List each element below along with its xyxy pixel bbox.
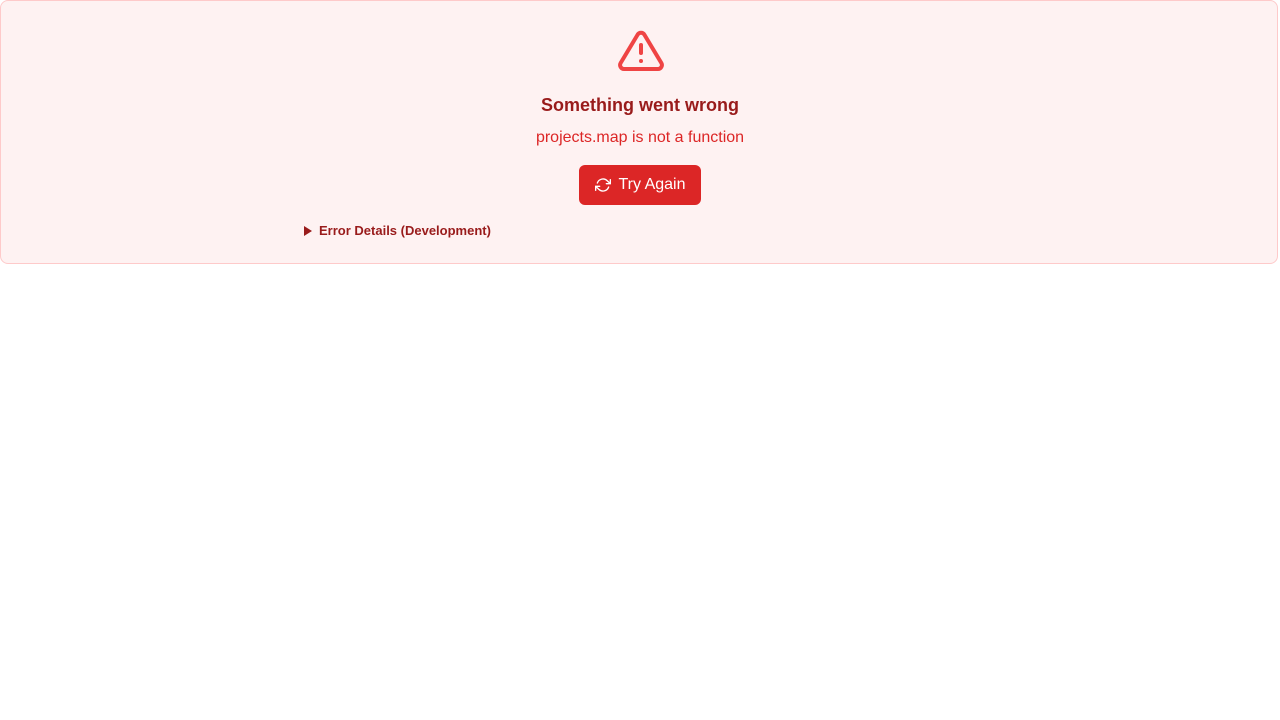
error-details-label: Error Details (Development) <box>319 223 491 238</box>
error-message: projects.map is not a function <box>535 129 745 146</box>
error-boundary-panel: Something went wrong projects.map is not… <box>0 0 1278 264</box>
alert-triangle-icon <box>618 30 664 71</box>
error-details-toggle[interactable]: Error Details (Development) <box>304 223 491 238</box>
try-again-label: Try Again <box>618 176 686 193</box>
caret-right-icon <box>304 225 312 236</box>
error-title: Something went wrong <box>541 95 739 115</box>
refresh-icon <box>594 178 611 192</box>
try-again-button[interactable]: Try Again <box>579 165 701 205</box>
